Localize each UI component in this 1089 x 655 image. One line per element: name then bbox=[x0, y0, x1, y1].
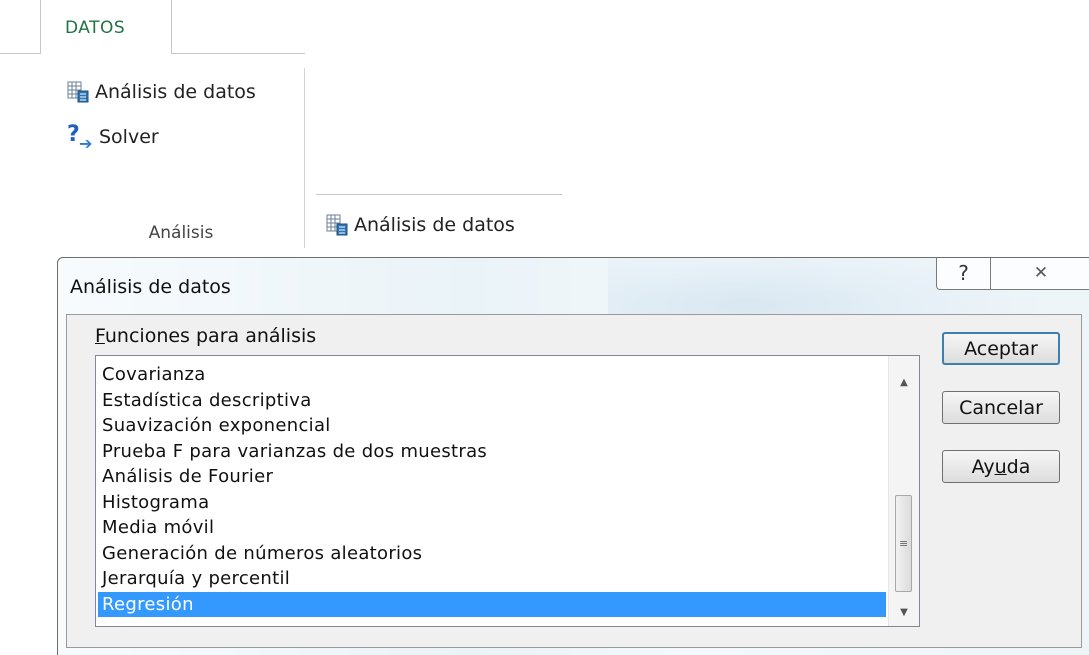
close-button[interactable]: ✕ bbox=[990, 258, 1089, 290]
help-dialog-button[interactable]: Ay u da bbox=[942, 450, 1060, 483]
list-item[interactable]: Regresión bbox=[98, 591, 886, 617]
solver-icon: ? ➔ bbox=[67, 122, 93, 153]
group-label-analisis: Análisis bbox=[148, 223, 214, 243]
data-analysis-callout: Análisis de datos bbox=[326, 214, 515, 236]
scroll-thumb[interactable]: ≡ bbox=[895, 495, 912, 592]
help-icon: ? bbox=[958, 261, 969, 285]
dialog-title: Análisis de datos bbox=[70, 276, 231, 298]
cancel-button[interactable]: Cancelar bbox=[942, 391, 1060, 424]
list-item[interactable]: Generación de números aleatorios bbox=[98, 541, 886, 567]
data-analysis-icon bbox=[67, 81, 89, 103]
help-btn-post: da bbox=[1006, 455, 1031, 478]
data-analysis-icon bbox=[326, 214, 348, 236]
close-icon: ✕ bbox=[1033, 263, 1049, 283]
list-item[interactable]: Media móvil bbox=[98, 515, 886, 541]
functions-list: Covarianza Estadística descriptiva Suaviza… bbox=[98, 362, 886, 617]
solver-button[interactable]: ? ➔ Solver bbox=[67, 122, 159, 153]
scroll-up-arrow-icon[interactable]: ▲ bbox=[889, 370, 919, 394]
scroll-down-arrow-icon[interactable]: ▼ bbox=[889, 600, 919, 624]
ribbon-divider bbox=[0, 53, 40, 54]
list-item[interactable]: Suavización exponencial bbox=[98, 413, 886, 439]
help-btn-accesskey: u bbox=[994, 455, 1007, 478]
list-item[interactable]: Covarianza bbox=[98, 362, 886, 388]
accept-button[interactable]: Aceptar bbox=[942, 332, 1060, 365]
dialog-client-area: Funciones para análisis Covarianza Estadí… bbox=[66, 314, 1082, 648]
callout-label: Análisis de datos bbox=[354, 214, 515, 236]
list-item[interactable]: Análisis de Fourier bbox=[98, 464, 886, 490]
list-item[interactable]: Estadística descriptiva bbox=[98, 388, 886, 414]
tab-datos-label: DATOS bbox=[65, 18, 126, 38]
listbox-scrollbar[interactable]: ▲ ≡ ▼ bbox=[888, 356, 919, 626]
solver-label: Solver bbox=[99, 126, 159, 148]
functions-list-label: Funciones para análisis bbox=[95, 325, 316, 347]
list-item[interactable]: Histograma bbox=[98, 490, 886, 516]
help-btn-pre: Ay bbox=[971, 455, 995, 478]
functions-label-text: unciones para análisis bbox=[104, 325, 317, 347]
functions-listbox[interactable]: Covarianza Estadística descriptiva Suaviza… bbox=[95, 355, 920, 627]
ribbon-divider bbox=[172, 53, 305, 54]
functions-label-accesskey: F bbox=[95, 325, 105, 347]
tab-datos[interactable]: DATOS bbox=[40, 0, 172, 54]
scroll-grip-icon: ≡ bbox=[899, 537, 909, 550]
list-item[interactable]: Jerarquía y percentil bbox=[98, 566, 886, 592]
ribbon-group-analisis: Análisis de datos ? ➔ Solver Análisis bbox=[57, 68, 305, 248]
data-analysis-button[interactable]: Análisis de datos bbox=[67, 81, 256, 103]
data-analysis-label: Análisis de datos bbox=[95, 81, 256, 103]
list-item[interactable]: Prueba F para varianzas de dos muestras bbox=[98, 439, 886, 465]
callout-divider bbox=[316, 194, 562, 195]
data-analysis-dialog: Análisis de datos ? ✕ Funciones para aná… bbox=[57, 257, 1089, 655]
help-button[interactable]: ? bbox=[936, 258, 991, 290]
